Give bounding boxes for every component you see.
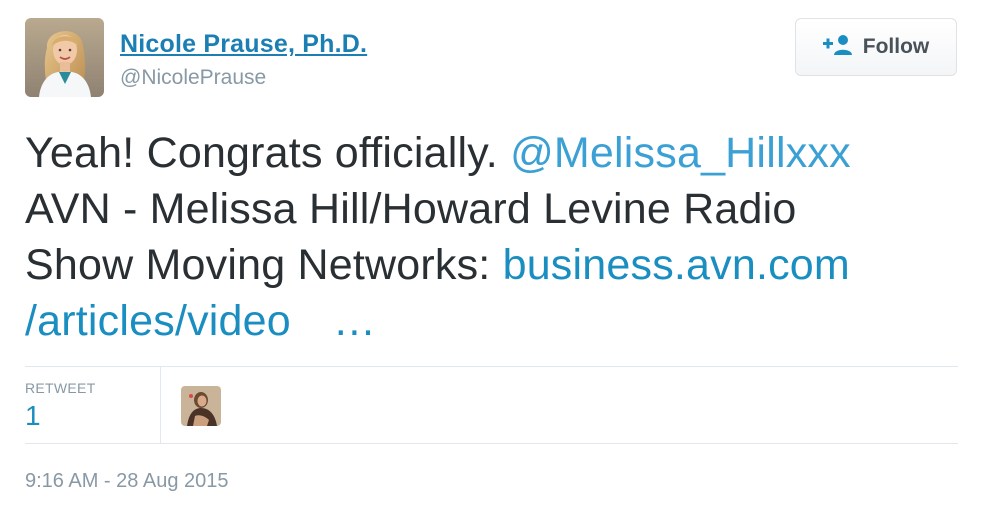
tweet-line-1: Yeah! Congrats officially. @Melissa_Hill…	[25, 125, 975, 181]
stats-bottom-divider	[25, 443, 958, 444]
author-name[interactable]: Nicole Prause, Ph.D.	[120, 30, 367, 59]
tweet-line-4: /articles/video …	[25, 293, 975, 349]
tweet-card: Nicole Prause, Ph.D. @NicolePrause Follo…	[0, 0, 1004, 513]
tweet-line-2: AVN - Melissa Hill/Howard Levine Radio	[25, 185, 797, 233]
url-link-ellipsis[interactable]: …	[333, 297, 376, 345]
author-avatar-image	[25, 18, 104, 97]
retweeter-avatar[interactable]	[181, 386, 221, 426]
tweet-text-segment: Yeah! Congrats officially.	[25, 129, 511, 177]
stats-top-divider	[25, 366, 958, 367]
url-link-domain[interactable]: business.avn.com	[503, 241, 850, 289]
retweet-label: RETWEET	[25, 380, 96, 396]
author-avatar[interactable]	[25, 18, 104, 97]
mention-link[interactable]: @Melissa_Hillxxx	[510, 129, 851, 177]
follow-button-label: Follow	[862, 35, 930, 58]
tweet-text-segment: Show Moving Networks:	[25, 241, 503, 289]
follow-user-plus-icon	[822, 34, 853, 61]
author-handle[interactable]: @NicolePrause	[120, 66, 266, 90]
follow-button[interactable]: Follow	[795, 18, 957, 76]
tweet-line-3: Show Moving Networks: business.avn.com	[25, 237, 975, 293]
tweet-timestamp[interactable]: 9:16 AM - 28 Aug 2015	[25, 470, 229, 493]
retweeter-avatar-image	[181, 386, 221, 426]
url-link-path[interactable]: /articles/video	[25, 297, 291, 345]
retweet-count[interactable]: 1	[25, 400, 41, 432]
stats-column-divider	[160, 367, 161, 443]
tweet-text: Yeah! Congrats officially. @Melissa_Hill…	[25, 125, 975, 349]
